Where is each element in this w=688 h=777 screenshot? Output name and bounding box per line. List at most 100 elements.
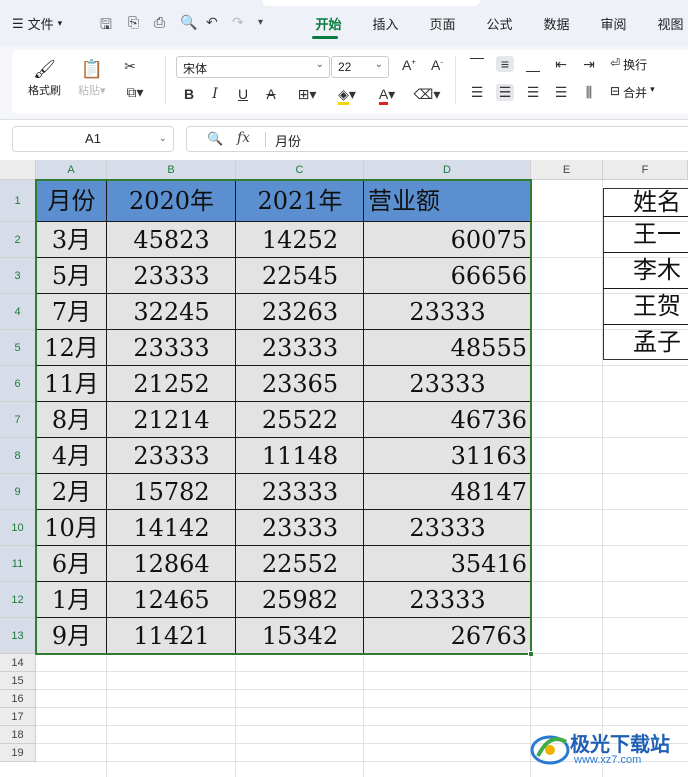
save-icon[interactable]: 🖫	[100, 14, 112, 38]
font-size-select[interactable]: 22 ⌄	[331, 56, 389, 78]
table-cell[interactable]: 23333	[364, 510, 531, 546]
table-cell[interactable]: 4月	[36, 438, 107, 474]
more-icon[interactable]: ▾	[258, 17, 263, 28]
table-cell[interactable]: 22552	[236, 546, 364, 582]
name-box[interactable]: A1 ⌄	[12, 126, 174, 152]
table-cell[interactable]: 10月	[36, 510, 107, 546]
file-menu[interactable]: ☰ 文件 ▾	[12, 14, 62, 33]
table-cell[interactable]: 25982	[236, 582, 364, 618]
header-cell[interactable]: 2020年	[107, 180, 236, 222]
name-cell[interactable]: 王一	[629, 216, 688, 252]
tab-page[interactable]: 页面	[414, 14, 471, 33]
row-header-18[interactable]: 18	[0, 726, 36, 744]
redo-icon[interactable]: ↷	[232, 14, 244, 31]
italic-icon[interactable]: I	[206, 86, 224, 102]
row-header-11[interactable]: 11	[0, 546, 36, 582]
increase-font-icon[interactable]: A+	[400, 57, 418, 73]
tab-home[interactable]: 开始	[300, 14, 357, 33]
export-icon[interactable]: ⎘	[128, 14, 139, 31]
table-cell[interactable]: 3月	[36, 222, 107, 258]
table-cell[interactable]: 7月	[36, 294, 107, 330]
row-header-8[interactable]: 8	[0, 438, 36, 474]
table-cell[interactable]: 48147	[364, 474, 531, 510]
table-cell[interactable]: 23365	[236, 366, 364, 402]
paste-button[interactable]: 📋 粘贴▾	[78, 58, 106, 98]
print-icon[interactable]: ⎙	[154, 14, 165, 31]
header-cell[interactable]: 2021年	[236, 180, 364, 222]
column-header-a[interactable]: A	[36, 160, 107, 180]
merge-cells-button[interactable]: ⊟ 合并 ▾	[610, 84, 655, 101]
underline-icon[interactable]: U	[234, 86, 252, 102]
row-header-16[interactable]: 16	[0, 690, 36, 708]
align-left-icon[interactable]: ☰	[468, 84, 486, 101]
align-bottom-icon[interactable]: ⎽	[524, 56, 542, 73]
zoom-icon[interactable]: 🔍	[207, 131, 223, 147]
decrease-font-icon[interactable]: A-	[428, 57, 446, 73]
table-cell[interactable]: 23333	[107, 438, 236, 474]
row-header-9[interactable]: 9	[0, 474, 36, 510]
table-cell[interactable]: 22545	[236, 258, 364, 294]
table-cell[interactable]: 2月	[36, 474, 107, 510]
table-cell[interactable]: 9月	[36, 618, 107, 654]
row-header-6[interactable]: 6	[0, 366, 36, 402]
table-cell[interactable]: 8月	[36, 402, 107, 438]
name-cell[interactable]: 孟子	[629, 324, 688, 360]
column-header-f[interactable]: F	[603, 160, 688, 180]
table-cell[interactable]: 46736	[364, 402, 531, 438]
row-header-19[interactable]: 19	[0, 744, 36, 762]
row-header-3[interactable]: 3	[0, 258, 36, 294]
column-header-b[interactable]: B	[107, 160, 236, 180]
align-center-icon[interactable]: ☰	[496, 84, 514, 101]
tab-review[interactable]: 审阅	[585, 14, 642, 33]
table-cell[interactable]: 45823	[107, 222, 236, 258]
table-cell[interactable]: 11月	[36, 366, 107, 402]
row-header-4[interactable]: 4	[0, 294, 36, 330]
font-name-select[interactable]: 宋体 ⌄	[176, 56, 330, 78]
row-header-14[interactable]: 14	[0, 654, 36, 672]
table-cell[interactable]: 21214	[107, 402, 236, 438]
table-cell[interactable]: 11148	[236, 438, 364, 474]
table-cell[interactable]: 6月	[36, 546, 107, 582]
table-cell[interactable]: 23333	[236, 510, 364, 546]
font-color-icon[interactable]: A▾	[372, 86, 402, 105]
table-cell[interactable]: 35416	[364, 546, 531, 582]
table-cell[interactable]: 21252	[107, 366, 236, 402]
format-painter-button[interactable]: 🖌 格式刷	[28, 58, 61, 98]
column-header-d[interactable]: D	[364, 160, 531, 180]
table-cell[interactable]: 15342	[236, 618, 364, 654]
align-middle-icon[interactable]: ≡	[496, 56, 514, 72]
print-preview-icon[interactable]: 🔍	[180, 14, 197, 31]
tab-view[interactable]: 视图	[642, 14, 688, 33]
select-all-corner[interactable]	[0, 160, 36, 180]
table-cell[interactable]: 23333	[364, 366, 531, 402]
table-cell[interactable]: 12465	[107, 582, 236, 618]
table-cell[interactable]: 23333	[236, 474, 364, 510]
name-header-cell[interactable]: 姓名	[629, 188, 688, 216]
tab-formulas[interactable]: 公式	[471, 14, 528, 33]
row-header-17[interactable]: 17	[0, 708, 36, 726]
table-cell[interactable]: 23333	[236, 330, 364, 366]
row-header-15[interactable]: 15	[0, 672, 36, 690]
row-header-5[interactable]: 5	[0, 330, 36, 366]
align-right-icon[interactable]: ☰	[524, 84, 542, 101]
table-cell[interactable]: 14252	[236, 222, 364, 258]
justify-icon[interactable]: ☰	[552, 84, 570, 101]
header-cell[interactable]: 月份	[36, 180, 107, 222]
table-cell[interactable]: 14142	[107, 510, 236, 546]
increase-indent-icon[interactable]: ⇥	[580, 56, 598, 73]
table-cell[interactable]: 48555	[364, 330, 531, 366]
name-cell[interactable]: 李木	[629, 252, 688, 288]
spreadsheet-grid[interactable]: A B C D E F 1 2 3 4 5 6 7 8 9 10 11 12 13 14 15 16 17 18 19 月份 202…	[0, 160, 688, 777]
tab-insert[interactable]: 插入	[357, 14, 414, 33]
row-header-1[interactable]: 1	[0, 180, 36, 222]
strikethrough-icon[interactable]: A	[262, 86, 280, 102]
copy-icon[interactable]: ⧉▾	[121, 84, 149, 101]
table-cell[interactable]: 23333	[364, 294, 531, 330]
row-header-2[interactable]: 2	[0, 222, 36, 258]
column-header-e[interactable]: E	[531, 160, 603, 180]
table-cell[interactable]: 26763	[364, 618, 531, 654]
row-header-12[interactable]: 12	[0, 582, 36, 618]
tab-data[interactable]: 数据	[528, 14, 585, 33]
table-cell[interactable]: 66656	[364, 258, 531, 294]
bold-icon[interactable]: B	[180, 86, 198, 102]
